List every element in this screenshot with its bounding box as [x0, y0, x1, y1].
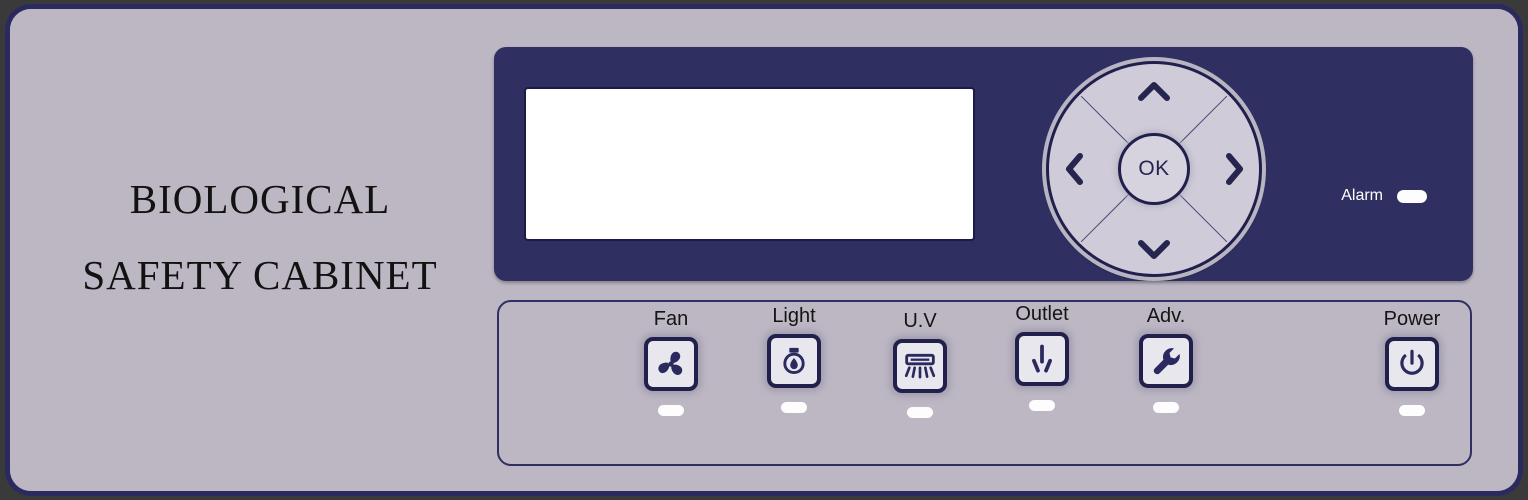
uv-button-label: U.V	[903, 310, 937, 332]
outlet-button[interactable]	[1015, 332, 1069, 386]
chevron-right-icon[interactable]	[1223, 152, 1245, 186]
power-led	[1399, 405, 1425, 416]
fan-button-group: Fan	[623, 308, 719, 416]
chevron-left-icon[interactable]	[1063, 152, 1085, 186]
chevron-up-icon[interactable]	[1049, 80, 1259, 102]
light-led	[781, 402, 807, 413]
alarm-label: Alarm	[1341, 187, 1383, 204]
lcd-screen[interactable]	[524, 87, 975, 241]
power-outlet-icon	[1026, 342, 1058, 376]
adv-led	[1153, 402, 1179, 413]
brand-line-2: SAFETY CABINET	[82, 252, 438, 298]
uv-led	[907, 407, 933, 418]
biological-safety-cabinet-control-panel: BIOLOGICAL SAFETY CABINET OK Alarm Fan L…	[0, 0, 1528, 500]
alarm-indicator-group: Alarm	[1341, 187, 1427, 205]
power-button-label: Power	[1383, 308, 1441, 330]
wrench-icon	[1149, 344, 1183, 378]
outlet-led	[1029, 400, 1055, 411]
uv-button[interactable]	[893, 339, 947, 393]
fan-icon	[654, 347, 688, 381]
power-icon	[1396, 348, 1428, 380]
display-module: OK Alarm	[494, 47, 1473, 281]
adv-button-group: Adv.	[1118, 305, 1214, 413]
fan-button[interactable]	[644, 337, 698, 391]
outlet-button-label: Outlet	[1015, 303, 1069, 325]
panel-bezel: BIOLOGICAL SAFETY CABINET OK Alarm Fan L…	[5, 4, 1523, 496]
light-button-group: Light	[746, 305, 842, 413]
fan-button-label: Fan	[653, 308, 689, 330]
page-title: BIOLOGICAL SAFETY CABINET	[40, 179, 480, 296]
brand-line-1: BIOLOGICAL	[129, 176, 391, 222]
adv-button[interactable]	[1139, 334, 1193, 388]
alarm-led	[1397, 189, 1427, 203]
adv-button-label: Adv.	[1146, 305, 1186, 327]
fan-led	[658, 405, 684, 416]
light-bulb-icon	[778, 344, 810, 378]
chevron-down-icon[interactable]	[1049, 238, 1259, 260]
panel-face: BIOLOGICAL SAFETY CABINET OK Alarm Fan L…	[10, 9, 1518, 491]
uv-button-group: U.V	[872, 310, 968, 418]
navigation-pad[interactable]: OK	[1046, 61, 1262, 277]
power-button-group: Power	[1364, 308, 1460, 416]
light-button[interactable]	[767, 334, 821, 388]
outlet-button-group: Outlet	[994, 303, 1090, 411]
ok-button[interactable]: OK	[1118, 133, 1190, 205]
uv-lamp-icon	[902, 350, 938, 382]
light-button-label: Light	[772, 305, 816, 327]
power-button[interactable]	[1385, 337, 1439, 391]
function-button-section: Fan Light U.V Outlet Adv. Power	[497, 300, 1472, 466]
